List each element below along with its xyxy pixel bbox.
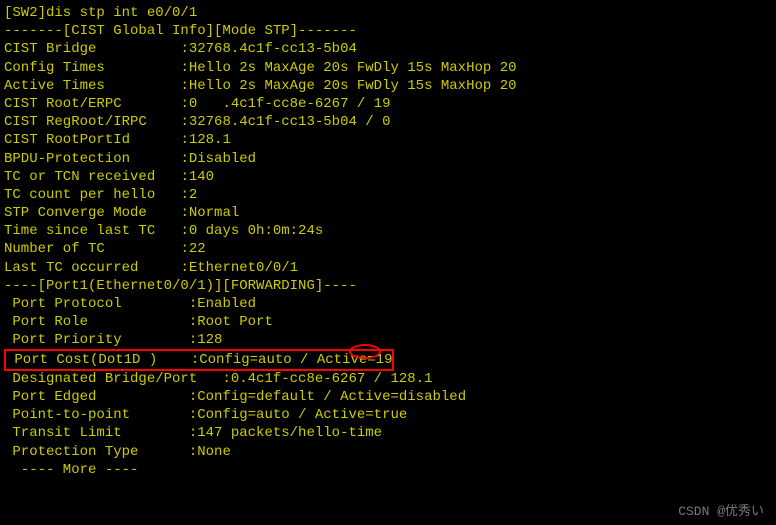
port-protocol-value: :Enabled [189,296,256,312]
root-erpc-label: CIST Root/ERPC [4,96,180,112]
port-protocol-row: Port Protocol :Enabled [4,295,772,313]
port-edged-value: :Config=default / Active=disabled [189,389,466,405]
rootportid-label: CIST RootPortId [4,132,180,148]
prot-type-value: :None [189,444,231,460]
root-erpc-value: :0 .4c1f-cc8e-6267 / 19 [180,96,390,112]
prot-type-label: Protection Type [4,444,189,460]
last-tc-value: :Ethernet0/0/1 [180,260,298,276]
tc-recv-label: TC or TCN received [4,169,180,185]
converge-row: STP Converge Mode :Normal [4,204,772,222]
config-times-row: Config Times :Hello 2s MaxAge 20s FwDly … [4,59,772,77]
time-since-label: Time since last TC [4,223,180,239]
config-times-value: :Hello 2s MaxAge 20s FwDly 15s MaxHop 20 [180,60,516,76]
designated-row: Designated Bridge/Port :0.4c1f-cc8e-6267… [4,370,772,388]
active-times-label: Active Times [4,78,180,94]
cist-bridge-label: CIST Bridge [4,41,180,57]
tc-count-label: TC count per hello [4,187,180,203]
p2p-value: :Config=auto / Active=true [189,407,407,423]
transit-row: Transit Limit :147 packets/hello-time [4,424,772,442]
port-priority-row: Port Priority :128 [4,331,772,349]
root-erpc-row: CIST Root/ERPC :0 .4c1f-cc8e-6267 / 19 [4,95,772,113]
port-priority-label: Port Priority [4,332,189,348]
bpdu-row: BPDU-Protection :Disabled [4,150,772,168]
config-times-label: Config Times [4,60,180,76]
port-cost-label: Port Cost(Dot1D ) [6,352,191,368]
cist-bridge-row: CIST Bridge :32768.4c1f-cc13-5b04 [4,40,772,58]
port-priority-value: :128 [189,332,223,348]
port-role-row: Port Role :Root Port [4,313,772,331]
port-role-label: Port Role [4,314,189,330]
watermark: CSDN @优秀い [678,504,764,521]
port-edged-label: Port Edged [4,389,189,405]
num-tc-value: :22 [180,241,205,257]
active-times-row: Active Times :Hello 2s MaxAge 20s FwDly … [4,77,772,95]
active-times-value: :Hello 2s MaxAge 20s FwDly 15s MaxHop 20 [180,78,516,94]
time-since-row: Time since last TC :0 days 0h:0m:24s [4,222,772,240]
designated-value: :0.4c1f-cc8e-6267 / 128.1 [222,371,432,387]
regroot-irpc-value: :32768.4c1f-cc13-5b04 / 0 [180,114,390,130]
converge-label: STP Converge Mode [4,205,180,221]
rootportid-value: :128.1 [180,132,230,148]
port-protocol-label: Port Protocol [4,296,189,312]
regroot-irpc-label: CIST RegRoot/IRPC [4,114,180,130]
num-tc-label: Number of TC [4,241,180,257]
prot-type-row: Protection Type :None [4,443,772,461]
tc-count-row: TC count per hello :2 [4,186,772,204]
rootportid-row: CIST RootPortId :128.1 [4,131,772,149]
num-tc-row: Number of TC :22 [4,240,772,258]
tc-count-value: :2 [180,187,197,203]
transit-label: Transit Limit [4,425,189,441]
port-cost-value: :Config=auto / Active=19 [191,352,393,368]
p2p-row: Point-to-point :Config=auto / Active=tru… [4,406,772,424]
transit-value: :147 packets/hello-time [189,425,382,441]
converge-value: :Normal [180,205,239,221]
last-tc-row: Last TC occurred :Ethernet0/0/1 [4,259,772,277]
regroot-irpc-row: CIST RegRoot/IRPC :32768.4c1f-cc13-5b04 … [4,113,772,131]
bpdu-label: BPDU-Protection [4,151,180,167]
more-prompt[interactable]: ---- More ---- [4,461,772,479]
port-cost-row: Port Cost(Dot1D ) :Config=auto / Active=… [6,351,392,369]
global-header: -------[CIST Global Info][Mode STP]-----… [4,22,772,40]
bpdu-value: :Disabled [180,151,256,167]
tc-recv-value: :140 [180,169,214,185]
command-line: [SW2]dis stp int e0/0/1 [4,4,772,22]
designated-label: Designated Bridge/Port [4,371,222,387]
port-edged-row: Port Edged :Config=default / Active=disa… [4,388,772,406]
time-since-value: :0 days 0h:0m:24s [180,223,323,239]
p2p-label: Point-to-point [4,407,189,423]
highlight-box: Port Cost(Dot1D ) :Config=auto / Active=… [4,349,394,371]
tc-recv-row: TC or TCN received :140 [4,168,772,186]
port-role-value: :Root Port [189,314,273,330]
last-tc-label: Last TC occurred [4,260,180,276]
cist-bridge-value: :32768.4c1f-cc13-5b04 [180,41,356,57]
port-header: ----[Port1(Ethernet0/0/1)][FORWARDING]--… [4,277,772,295]
